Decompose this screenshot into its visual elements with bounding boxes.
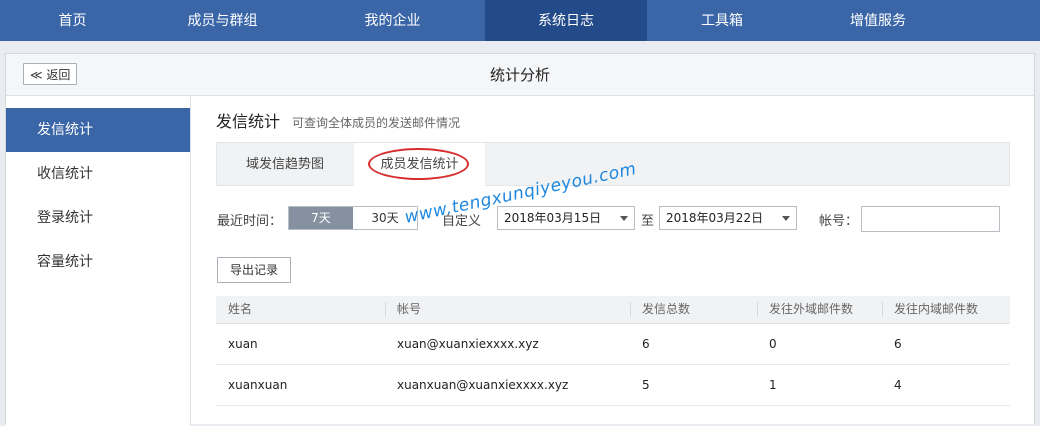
- top-nav: 首页 成员与群组 我的企业 系统日志 工具箱 增值服务: [0, 0, 1040, 41]
- cell-account: xuan@xuanxiexxxx.xyz: [397, 337, 539, 351]
- account-input[interactable]: [861, 206, 1000, 232]
- cell-account: xuanxuan@xuanxiexxxx.xyz: [397, 378, 569, 392]
- nav-my-enterprise[interactable]: 我的企业: [300, 0, 485, 41]
- cell-total-sent: 5: [642, 378, 650, 392]
- nav-members-groups[interactable]: 成员与群组: [145, 0, 300, 41]
- sidebar-item-send-stats[interactable]: 发信统计: [6, 108, 190, 152]
- table-header: 姓名 帐号 发信总数 发往外域邮件数 发往内域邮件数: [216, 296, 1010, 324]
- nav-toolbox[interactable]: 工具箱: [647, 0, 797, 41]
- back-button[interactable]: ≪ 返回: [23, 63, 78, 85]
- sidebar-item-capacity-stats[interactable]: 容量统计: [6, 240, 190, 284]
- cell-external-sent: 1: [769, 378, 777, 392]
- chevron-down-icon: [782, 216, 790, 221]
- col-total-sent-header: 发信总数: [642, 302, 691, 316]
- cell-internal-sent: 4: [894, 378, 902, 392]
- to-label: 至: [641, 214, 655, 229]
- sidebar: 发信统计 收信统计 登录统计 容量统计: [6, 96, 191, 426]
- col-internal-sent-header: 发往内域邮件数: [894, 302, 979, 316]
- export-records-button[interactable]: 导出记录: [217, 257, 291, 283]
- cell-name: xuan: [228, 337, 258, 351]
- tab-member-send-stats-label: 成员发信统计: [380, 157, 459, 172]
- end-date-select[interactable]: 2018年03月22日: [659, 206, 797, 230]
- cell-internal-sent: 6: [894, 337, 902, 351]
- table-row: xuan xuan@xuanxiexxxx.xyz 6 0 6: [216, 324, 1010, 365]
- col-account-header: 帐号: [397, 302, 422, 316]
- sidebar-item-login-stats[interactable]: 登录统计: [6, 196, 190, 240]
- account-label: 帐号：: [819, 214, 859, 229]
- nav-system-log[interactable]: 系统日志: [485, 0, 647, 41]
- column-divider: [385, 302, 386, 317]
- section-description: 可查询全体成员的发送邮件情况: [292, 116, 461, 130]
- content-frame: 统计分析 ≪ 返回 发信统计 收信统计 登录统计 容量统计 发信统计 可查询全体…: [5, 53, 1035, 426]
- tab-domain-send-trend[interactable]: 域发信趋势图: [217, 143, 353, 186]
- tab-member-send-stats[interactable]: 成员发信统计: [354, 143, 485, 186]
- column-divider: [882, 302, 883, 317]
- table-row: xuanxuan xuanxuan@xuanxiexxxx.xyz 5 1 4: [216, 365, 1010, 406]
- start-date-value: 2018年03月15日: [504, 211, 602, 225]
- stats-table: 姓名 帐号 发信总数 发往外域邮件数 发往内域邮件数 xuan xuan@xua…: [216, 296, 1010, 406]
- title-bar: 统计分析 ≪ 返回: [6, 54, 1034, 96]
- end-date-value: 2018年03月22日: [666, 211, 764, 225]
- page-title: 统计分析: [489, 66, 550, 84]
- cell-total-sent: 6: [642, 337, 650, 351]
- nav-value-added-services[interactable]: 增值服务: [797, 0, 959, 41]
- chevron-down-icon: [620, 216, 628, 221]
- start-date-select[interactable]: 2018年03月15日: [497, 206, 635, 230]
- range-7-days[interactable]: 7天: [289, 207, 353, 229]
- column-divider: [630, 302, 631, 317]
- main-panel: 发信统计 可查询全体成员的发送邮件情况 域发信趋势图 成员发信统计 最近时间： …: [216, 96, 1016, 426]
- column-divider: [757, 302, 758, 317]
- sidebar-item-receive-stats[interactable]: 收信统计: [6, 152, 190, 196]
- section-title: 发信统计: [216, 112, 281, 131]
- time-range-toggle: 7天 30天: [288, 206, 418, 230]
- cell-name: xuanxuan: [228, 378, 288, 392]
- col-name-header: 姓名: [228, 302, 253, 316]
- nav-home[interactable]: 首页: [0, 0, 145, 41]
- recent-time-label: 最近时间：: [217, 214, 283, 229]
- col-external-sent-header: 发往外域邮件数: [769, 302, 854, 316]
- cell-external-sent: 0: [769, 337, 777, 351]
